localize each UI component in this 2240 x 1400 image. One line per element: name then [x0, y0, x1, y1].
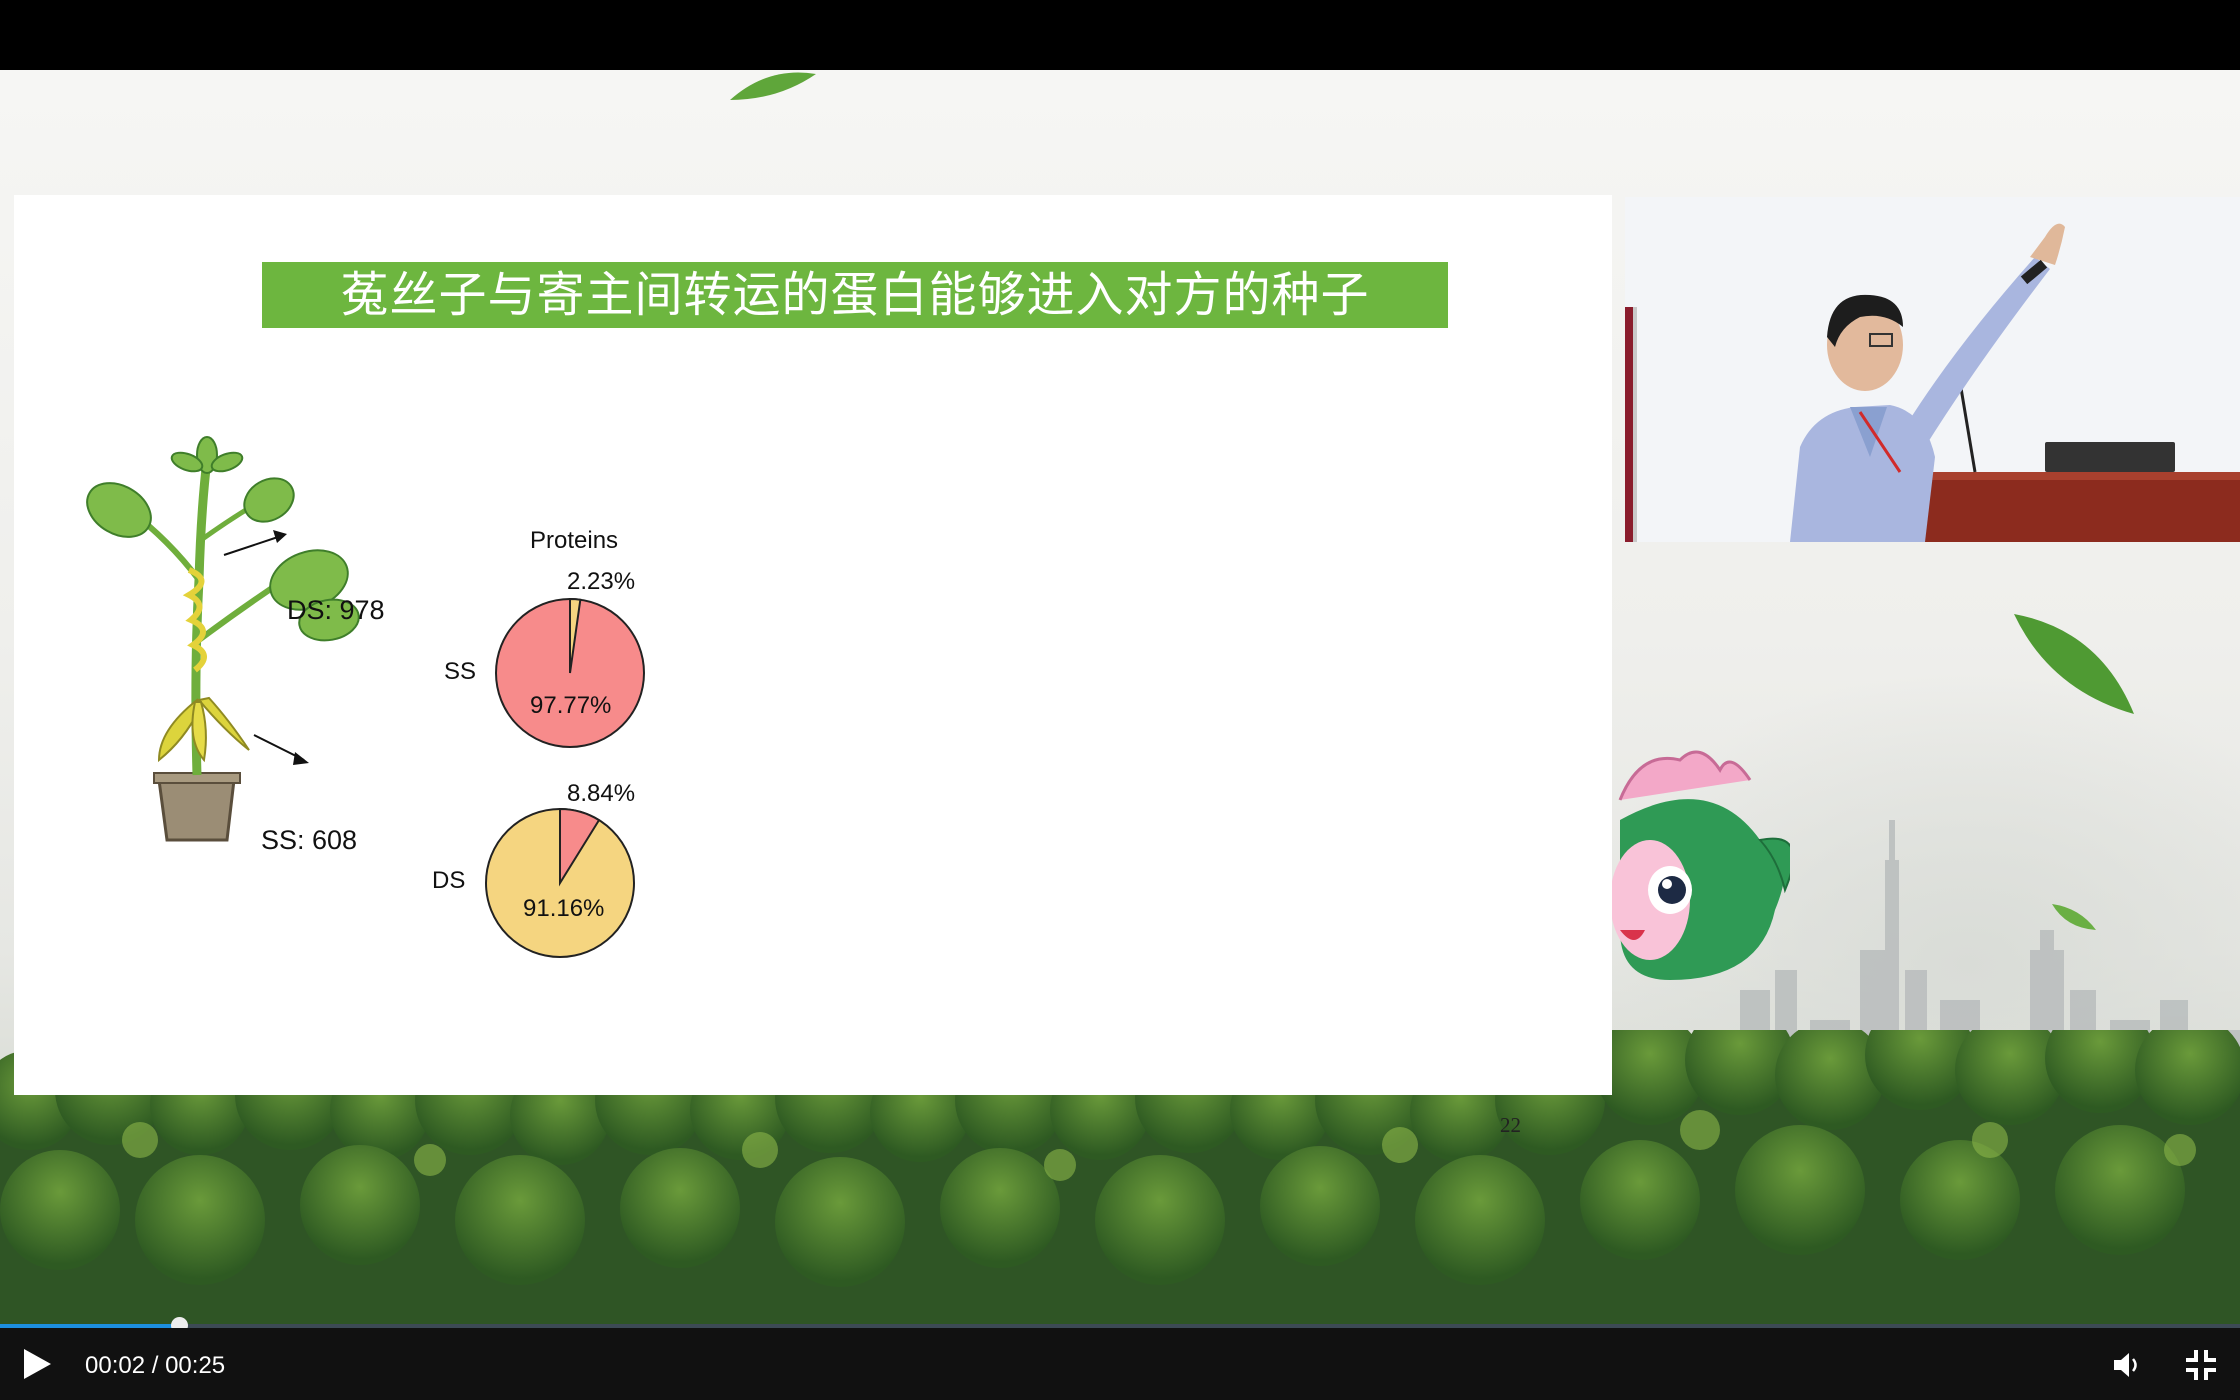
slide-title: 菟丝子与寄主间转运的蛋白能够进入对方的种子: [262, 262, 1448, 328]
leaf-graphic: [2014, 614, 2134, 714]
slide-page-number: 22: [1500, 1113, 1521, 1137]
time-separator: /: [151, 1352, 166, 1379]
speaker-video-inset: [1625, 197, 2240, 542]
play-icon[interactable]: [18, 1346, 54, 1382]
pie-major-label: 97.77%: [530, 692, 612, 719]
figure-heading: Proteins: [530, 527, 619, 554]
speaker-image: [1625, 197, 2240, 542]
current-time: 00:02: [85, 1352, 146, 1379]
volume-icon[interactable]: [2112, 1350, 2144, 1380]
fullscreen-icon[interactable]: [2184, 1348, 2218, 1382]
pie-minor-label: 8.84%: [567, 780, 636, 807]
player-controls: 00:02 / 00:25: [0, 1328, 2240, 1400]
mascot-graphic: [1610, 750, 1790, 980]
duration: 00:25: [165, 1352, 226, 1379]
pie-minor-label: 2.23%: [567, 568, 636, 595]
presentation-slide: 菟丝子与寄主间转运的蛋白能够进入对方的种子 DS: 978 SS: 608 Pr…: [14, 195, 1612, 1137]
top-letterbox: [0, 0, 2240, 70]
pie-major-label: 91.16%: [523, 895, 605, 922]
pie-row-label: DS: [432, 867, 466, 894]
plant-label-ds: DS: 978: [287, 595, 385, 625]
leaf-graphic: [730, 72, 816, 100]
leaf-graphic: [2052, 904, 2096, 930]
pie-row-label: SS: [444, 658, 477, 685]
time-display: 00:02 / 00:25: [85, 1352, 225, 1380]
pie-chart-ds: [485, 807, 635, 958]
pie-chart-ss: [495, 597, 645, 748]
plant-illustration: [86, 436, 360, 842]
plant-label-ss: SS: 608: [261, 825, 358, 855]
